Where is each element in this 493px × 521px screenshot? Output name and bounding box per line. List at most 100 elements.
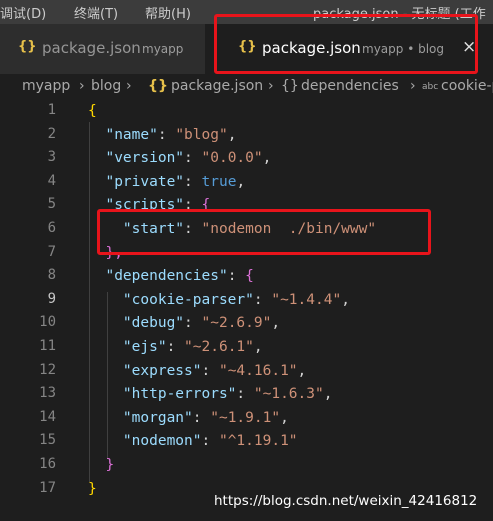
code-token: "~1.9.1" — [210, 409, 281, 426]
line-number: 12 — [39, 361, 56, 378]
code-line[interactable]: "debug": "~2.6.9", — [88, 314, 280, 332]
code-line[interactable]: "private": true, — [88, 173, 245, 191]
code-token: "~2.6.1" — [184, 339, 254, 355]
start-script-highlight-box — [97, 209, 431, 255]
breadcrumb-folder-blog[interactable]: blog — [91, 78, 121, 94]
breadcrumb-folder-myapp[interactable]: myapp — [22, 78, 70, 94]
active-tab-highlight-box — [214, 14, 478, 74]
chevron-right-icon: › — [268, 78, 274, 94]
tab-package-json-myapp[interactable]: {} package.json myapp — [0, 24, 205, 74]
line-number: 10 — [39, 314, 56, 331]
code-line[interactable]: "dependencies": { — [88, 267, 254, 285]
code-token: "name" — [105, 126, 158, 143]
code-token: "express" — [122, 362, 202, 379]
code-token: "ejs" — [122, 339, 167, 355]
menu-terminal[interactable]: 终端(T) — [74, 3, 118, 22]
code-token: : — [201, 362, 219, 379]
code-token: : — [192, 409, 211, 426]
code-token: "version" — [105, 150, 185, 167]
line-number: 4 — [47, 172, 56, 189]
code-token: , — [341, 291, 350, 308]
json-file-icon: {} — [18, 39, 37, 54]
chevron-right-icon: › — [126, 78, 132, 94]
chevron-right-icon: › — [79, 78, 85, 94]
tab-title: package.json — [42, 39, 141, 57]
line-number: 16 — [39, 456, 56, 472]
menu-help[interactable]: 帮助(H) — [145, 3, 191, 22]
code-token: , — [280, 409, 289, 426]
code-token: true — [201, 173, 237, 190]
line-number: 11 — [39, 338, 56, 354]
code-token: { — [245, 268, 254, 285]
line-number: 9 — [47, 290, 56, 307]
watermark: https://blog.csdn.net/weixin_42416812 — [214, 493, 478, 509]
string-symbol-icon: abc — [422, 82, 439, 92]
breadcrumb-file[interactable]: package.json — [171, 78, 263, 94]
line-number: 2 — [47, 125, 56, 142]
code-token: "0.0.0" — [201, 150, 263, 167]
code-line[interactable]: "express": "~4.16.1", — [88, 362, 306, 380]
line-number: 5 — [47, 196, 56, 213]
menu-debug[interactable]: 调试(D) — [0, 3, 46, 22]
code-token: : — [184, 315, 202, 332]
code-line[interactable]: "http-errors": "~1.6.3", — [88, 385, 333, 403]
code-token: : — [253, 291, 272, 308]
code-token: "nodemon" — [122, 433, 202, 450]
code-token: "~1.6.3" — [253, 386, 324, 403]
code-line[interactable]: "nodemon": "^1.19.1" — [88, 432, 298, 450]
code-editor[interactable]: { "name": "blog", "version": "0.0.0", "p… — [88, 100, 493, 521]
code-line[interactable]: "version": "0.0.0", — [88, 149, 271, 167]
line-number: 8 — [47, 267, 56, 284]
code-token: "debug" — [122, 315, 185, 332]
code-token: "^1.19.1" — [218, 433, 298, 450]
json-file-icon: {} — [148, 78, 168, 94]
code-line[interactable]: "ejs": "~2.6.1", — [88, 338, 263, 356]
code-token: } — [105, 457, 115, 473]
breadcrumb-symbol-dependencies[interactable]: dependencies — [301, 78, 399, 94]
code-token: , — [271, 315, 281, 332]
code-token: : — [184, 173, 202, 190]
line-number-gutter: 1 2 3 4 5 6 7 8 9 10 11 12 13 14 15 16 17 — [0, 100, 62, 521]
breadcrumb: myapp › blog › {} package.json › {} depe… — [0, 74, 493, 100]
line-number: 13 — [39, 385, 56, 402]
code-line[interactable]: "morgan": "~1.9.1", — [88, 409, 289, 427]
line-number: 17 — [39, 479, 56, 496]
code-line[interactable]: } — [88, 480, 97, 498]
code-token: "morgan" — [122, 409, 193, 426]
line-number: 1 — [47, 102, 56, 118]
code-line[interactable]: "cookie-parser": "~1.4.4", — [88, 291, 350, 309]
code-line[interactable]: } — [88, 456, 114, 474]
code-token: } — [88, 480, 97, 497]
code-token: "cookie-parser" — [122, 291, 254, 308]
code-token: : — [236, 386, 254, 403]
code-token: , — [262, 150, 272, 167]
line-number: 6 — [47, 220, 56, 236]
code-token: { — [88, 103, 97, 119]
line-number: 15 — [39, 432, 56, 449]
code-line[interactable]: { — [88, 102, 97, 120]
code-token: , — [227, 126, 237, 143]
code-token: : — [201, 433, 219, 450]
code-token: , — [236, 173, 246, 190]
code-token: "blog" — [175, 126, 228, 143]
code-token: "~2.6.9" — [201, 315, 272, 332]
code-token: , — [323, 386, 333, 403]
code-token: : — [166, 339, 185, 355]
breadcrumb-symbol-cookie-parser[interactable]: cookie-parser — [441, 78, 493, 94]
code-token: , — [297, 362, 307, 379]
code-line[interactable]: "name": "blog", — [88, 126, 236, 144]
code-token: "http-errors" — [122, 386, 237, 403]
line-number: 3 — [47, 149, 56, 166]
chevron-right-icon: › — [410, 78, 416, 94]
code-token: "dependencies" — [105, 268, 228, 285]
